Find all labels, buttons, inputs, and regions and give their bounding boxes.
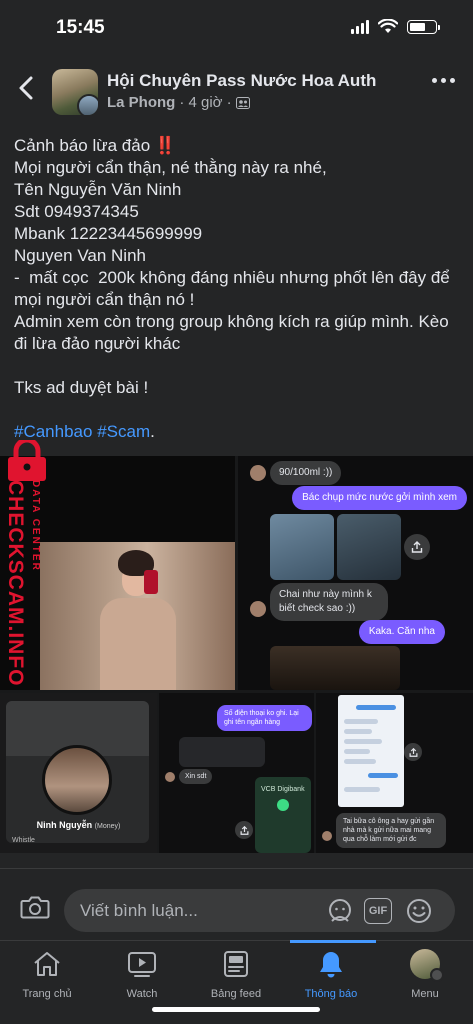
share-icon — [240, 825, 248, 835]
share-icon — [409, 747, 417, 757]
feed-icon — [224, 951, 248, 977]
hashtag-link[interactable]: #Scam — [97, 422, 150, 441]
watermark-subtext: DATA CENTER — [30, 480, 41, 572]
chat-image — [270, 514, 334, 580]
share-icon — [411, 541, 423, 553]
tab-feed[interactable]: Bảng feed — [189, 949, 283, 1009]
post-line: mọi người cẩn thận nó ! — [14, 290, 195, 309]
tab-home[interactable]: Trang chủ — [0, 949, 94, 1009]
cellular-signal-icon — [351, 19, 369, 34]
hashtags: #Canhbao #Scam. — [14, 422, 155, 441]
tab-label: Thông báo — [304, 988, 358, 1000]
comment-input[interactable] — [80, 889, 320, 932]
post-time: · 4 giờ · — [179, 94, 232, 111]
bell-icon — [320, 952, 342, 978]
active-tab-indicator — [290, 940, 376, 943]
chat-bubble: Xin sdt — [179, 769, 213, 784]
tab-watch[interactable]: Watch — [95, 949, 189, 1009]
post-line: - mất cọc 200k không đáng nhiêu nhưng ph… — [14, 268, 450, 287]
comment-composer: GIF — [0, 868, 473, 940]
post-header: Hội Chuyên Pass Nước Hoa Auth La Phong ·… — [0, 56, 473, 122]
share-button[interactable] — [235, 821, 253, 839]
photo-tile[interactable]: Ninh Nguyễn (Money) Whistle — [0, 693, 157, 853]
back-button[interactable] — [14, 70, 42, 106]
home-indicator — [152, 1007, 320, 1012]
post-line: Tên Nguyễn Văn Ninh — [14, 180, 182, 199]
messenger-screenshot — [338, 695, 404, 807]
bank-card-image: VCB Digibank — [255, 777, 311, 853]
post-line: Mọi người cẩn thận, né thằng này ra nhé, — [14, 158, 327, 177]
gif-button[interactable]: GIF — [364, 898, 392, 924]
battery-icon — [407, 19, 440, 34]
post-meta: La Phong · 4 giờ · — [107, 94, 250, 111]
avatar-sticker-icon[interactable] — [326, 897, 354, 925]
more-options-button[interactable] — [432, 78, 455, 83]
chat-image — [270, 646, 400, 690]
profile-menu-icon — [410, 949, 444, 982]
tab-label: Menu — [411, 988, 439, 1000]
media-grid: 90/100ml :)) Bác chụp mức nước gởi mình … — [0, 456, 473, 853]
post-line: Sdt 0949374345 — [14, 202, 139, 221]
tab-label: Watch — [126, 988, 158, 1000]
group-avatar[interactable] — [52, 69, 98, 115]
emoji-icon[interactable] — [405, 897, 433, 925]
profile-name: Ninh Nguyễn (Money) — [36, 820, 121, 830]
chevron-left-icon — [19, 76, 33, 100]
group-members-icon — [235, 96, 250, 109]
chat-avatar — [165, 772, 175, 782]
post-text: Cảnh báo lừa đảo ‼️ Mọi người cẩn thận, … — [14, 135, 464, 443]
photo-tile[interactable]: Số điện thoại ko ghi. Lại ghi tên ngân h… — [159, 693, 314, 853]
status-time: 15:45 — [56, 17, 105, 38]
chat-bubble: Bác chụp mức nước gởi mình xem — [292, 486, 467, 510]
post-line: Cảnh báo lừa đảo ‼️ — [14, 136, 177, 155]
lock-icon — [8, 440, 46, 481]
status-icons — [351, 19, 440, 34]
author-avatar[interactable] — [77, 94, 98, 115]
comment-field[interactable]: GIF — [64, 889, 455, 932]
share-button[interactable] — [404, 743, 422, 761]
chat-bubble: Tai bữa cô ông a hay gửi gần nhà mà k gử… — [336, 813, 446, 848]
video-icon — [128, 952, 156, 977]
selfie-photo — [40, 542, 235, 690]
status-bar: 15:45 — [0, 0, 473, 56]
chat-avatar — [250, 601, 266, 617]
share-button[interactable] — [404, 534, 430, 560]
post-line: Mbank 12223445699999 — [14, 224, 203, 243]
tab-notifications[interactable]: Thông báo — [284, 949, 378, 1009]
home-icon — [34, 952, 60, 976]
chat-bubble: 90/100ml :)) — [270, 461, 342, 485]
watermark-text: CHECKSCAM.INFO — [4, 480, 27, 687]
post-line — [14, 355, 464, 377]
post-line — [14, 399, 464, 421]
tab-label: Bảng feed — [210, 988, 262, 1000]
chat-bubble: Chai như này mình k biết check sao :)) — [270, 583, 388, 621]
chat-bubble: Kaka. Căn nha — [358, 620, 445, 644]
post-line: Admin xem còn trong group không kích ra … — [14, 312, 449, 331]
profile-picture — [42, 745, 112, 815]
group-name[interactable]: Hội Chuyên Pass Nước Hoa Auth — [107, 71, 376, 91]
tab-label: Trang chủ — [22, 988, 72, 1000]
hashtag-link[interactable]: #Canhbao — [14, 422, 92, 441]
warning-emoji-icon: ‼️ — [154, 136, 177, 155]
tab-menu[interactable]: Menu — [378, 949, 472, 1009]
post-line: Nguyen Van Ninh — [14, 246, 146, 265]
camera-icon[interactable] — [20, 895, 50, 919]
wifi-icon — [378, 19, 398, 33]
chat-image — [337, 514, 401, 580]
chat-avatar — [250, 465, 266, 481]
photo-tile[interactable]: 90/100ml :)) Bác chụp mức nước gởi mình … — [238, 456, 473, 690]
photo-tile[interactable]: Tai bữa cô ông a hay gửi gần nhà mà k gử… — [316, 693, 473, 853]
author-name[interactable]: La Phong — [107, 94, 175, 111]
chat-quote — [179, 737, 265, 767]
post-line: Tks ad duyệt bài ! — [14, 378, 149, 397]
chat-avatar — [322, 831, 332, 841]
chat-bubble: Số điện thoại ko ghi. Lại ghi tên ngân h… — [217, 705, 312, 731]
profile-footer: Whistle — [12, 837, 35, 844]
post-line: đi lừa đảo người khác — [14, 334, 181, 353]
